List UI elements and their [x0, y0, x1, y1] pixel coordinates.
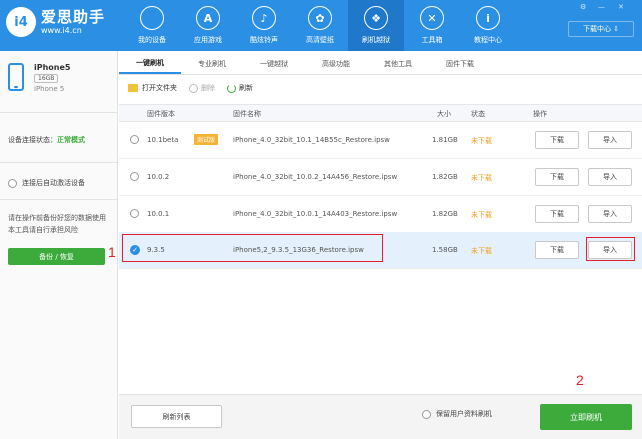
beta-badge: 测试版: [194, 134, 219, 145]
row-status: 未下载: [471, 211, 492, 219]
app-url: www.i4.cn: [41, 25, 82, 35]
row-status: 未下载: [471, 137, 492, 145]
nav-flash-jailbreak[interactable]: ❖ 刷机越狱: [348, 0, 404, 51]
row-version: 10.0.1: [147, 210, 170, 218]
download-button[interactable]: 下载: [535, 168, 579, 186]
action-footer: 刷新列表 保留用户资料刷机 立即刷机: [119, 394, 642, 439]
tab-pro-flash[interactable]: 专业刷机: [181, 53, 243, 74]
tab-advanced[interactable]: 高级功能: [305, 53, 367, 74]
auto-activate-option[interactable]: 连接后自动激活设备: [8, 178, 85, 188]
appstore-icon: A: [196, 6, 220, 30]
device-model: iPhone 5: [34, 85, 65, 93]
download-button[interactable]: 下载: [535, 205, 579, 223]
col-name: 固件名称: [233, 110, 261, 118]
row-version: 10.0.2: [147, 173, 170, 181]
row-firmware-name: iPhone_4.0_32bit_10.1_14B55c_Restore.ips…: [233, 136, 390, 144]
device-capacity-badge: 16GB: [34, 74, 59, 83]
nav-apps-games[interactable]: A 应用游戏: [180, 0, 236, 51]
app-logo: i4 爱思助手 www.i4.cn: [6, 7, 105, 37]
connection-status-value: 正常模式: [57, 136, 85, 144]
nav-my-device[interactable]: 我的设备: [124, 0, 180, 51]
tools-icon: ✕: [420, 6, 444, 30]
sidebar: iPhone5 16GB iPhone 5 设备连接状态：正常模式 连接后自动激…: [0, 51, 118, 439]
flash-now-button[interactable]: 立即刷机: [540, 404, 632, 430]
row-radio[interactable]: [130, 172, 139, 181]
row-size: 1.82GB: [432, 173, 458, 181]
delete-icon: [189, 83, 198, 93]
table-row[interactable]: 10.0.2 iPhone_4.0_32bit_10.0.2_14A456_Re…: [119, 159, 642, 196]
main-nav: 我的设备 A 应用游戏 ♪ 酷炫铃声 ✿ 高清壁纸 ❖ 刷机越狱 ✕ 工具箱 i…: [124, 0, 516, 51]
download-button[interactable]: 下载: [535, 131, 579, 149]
row-radio[interactable]: [130, 135, 139, 144]
annotation-number-1: 1: [108, 244, 116, 260]
keep-data-radio[interactable]: [422, 409, 431, 419]
col-size: 大小: [437, 110, 451, 118]
import-button[interactable]: 导入: [588, 168, 632, 186]
auto-activate-radio[interactable]: [8, 178, 17, 188]
bell-icon: ♪: [252, 6, 276, 30]
row-status: 未下载: [471, 174, 492, 182]
row-status: 未下载: [471, 247, 492, 255]
close-icon[interactable]: ✕: [618, 3, 624, 11]
row-firmware-name: iPhone_4.0_32bit_10.0.2_14A456_Restore.i…: [233, 173, 398, 181]
device-name: iPhone5: [34, 63, 71, 72]
folder-icon: [128, 84, 138, 92]
download-center-button[interactable]: 下载中心 ⇩: [568, 21, 634, 37]
backup-restore-button[interactable]: 备份 / 恢复: [8, 248, 105, 265]
nav-wallpapers[interactable]: ✿ 高清壁纸: [292, 0, 348, 51]
open-folder-button[interactable]: 打开文件夹: [128, 83, 177, 93]
app-name: 爱思助手: [41, 7, 106, 26]
tab-other-tools[interactable]: 其他工具: [367, 53, 429, 74]
info-icon: i: [476, 6, 500, 30]
row-version: 10.1beta: [147, 136, 179, 144]
import-button[interactable]: 导入: [588, 131, 632, 149]
row-size: 1.58GB: [432, 246, 458, 254]
download-button[interactable]: 下载: [535, 241, 579, 259]
phone-icon: [8, 63, 24, 91]
annotation-number-2: 2: [576, 372, 584, 388]
dropbox-icon: ❖: [364, 6, 388, 30]
firmware-table-header: 固件版本 固件名称 大小 状态 操作: [119, 104, 642, 122]
app-header: i4 爱思助手 www.i4.cn 我的设备 A 应用游戏 ♪ 酷炫铃声 ✿ 高…: [0, 0, 642, 51]
divider: [0, 112, 118, 113]
divider: [0, 199, 118, 200]
annotation-box-firmware: [122, 234, 383, 262]
annotation-box-import: [586, 237, 635, 261]
nav-tutorials[interactable]: i 教程中心: [460, 0, 516, 51]
col-action: 操作: [533, 110, 547, 118]
toolbar: 打开文件夹 删除 刷新: [128, 83, 265, 93]
row-radio[interactable]: [130, 209, 139, 218]
flash-subtabs: 一键刷机 专业刷机 一键越狱 高级功能 其他工具 固件下载: [119, 53, 642, 75]
divider: [0, 162, 118, 163]
refresh-icon: [227, 83, 236, 93]
col-status: 状态: [471, 110, 485, 118]
table-row[interactable]: 10.0.1 iPhone_4.0_32bit_10.0.1_14A403_Re…: [119, 196, 642, 233]
row-size: 1.81GB: [432, 136, 458, 144]
nav-ringtones[interactable]: ♪ 酷炫铃声: [236, 0, 292, 51]
refresh-list-button[interactable]: 刷新列表: [131, 405, 222, 428]
logo-badge-icon: i4: [6, 7, 36, 37]
flower-icon: ✿: [308, 6, 332, 30]
delete-button[interactable]: 删除: [189, 83, 215, 93]
table-row[interactable]: 10.1beta 测试版 iPhone_4.0_32bit_10.1_14B55…: [119, 122, 642, 159]
row-size: 1.82GB: [432, 210, 458, 218]
tab-one-click-jailbreak[interactable]: 一键越狱: [243, 53, 305, 74]
row-firmware-name: iPhone_4.0_32bit_10.0.1_14A403_Restore.i…: [233, 210, 398, 218]
device-card: iPhone5 16GB iPhone 5: [8, 63, 70, 93]
settings-icon[interactable]: ⚙: [580, 3, 586, 11]
risk-warning: 请在操作前备份好您的数据使用本工具请自行承担风险: [8, 214, 106, 234]
refresh-button[interactable]: 刷新: [227, 83, 253, 93]
connection-status: 设备连接状态：正常模式: [8, 136, 85, 144]
apple-icon: [140, 6, 164, 30]
col-version: 固件版本: [147, 110, 175, 118]
import-button[interactable]: 导入: [588, 205, 632, 223]
minimize-icon[interactable]: —: [598, 3, 605, 11]
tab-firmware-download[interactable]: 固件下载: [429, 53, 491, 74]
tab-one-click-flash[interactable]: 一键刷机: [119, 53, 181, 74]
nav-toolbox[interactable]: ✕ 工具箱: [404, 0, 460, 51]
keep-user-data-option[interactable]: 保留用户资料刷机: [422, 409, 492, 419]
